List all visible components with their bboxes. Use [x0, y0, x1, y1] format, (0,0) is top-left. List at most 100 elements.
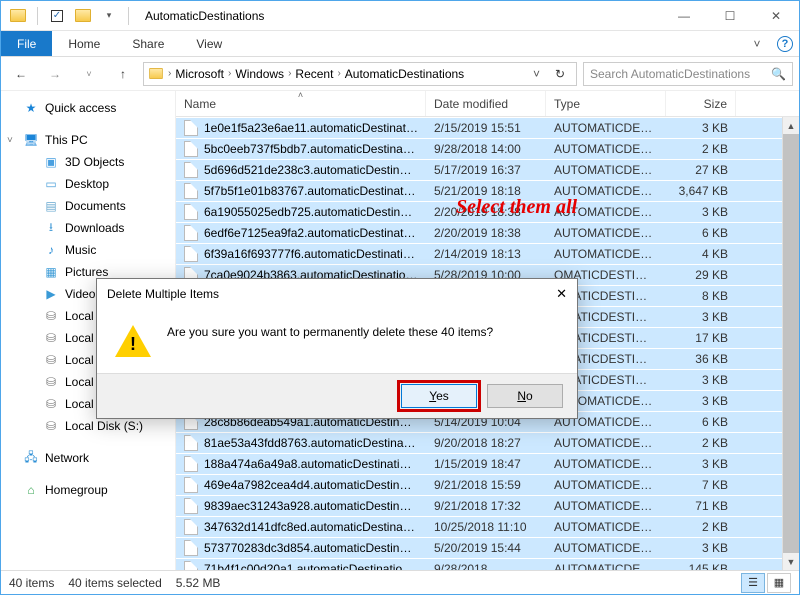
file-size: 71 KB [666, 499, 736, 513]
tab-file[interactable]: File [1, 31, 52, 56]
forward-button[interactable]: → [41, 61, 69, 87]
sidebar-label: Music [65, 243, 96, 257]
network-icon: 🖧 [23, 450, 39, 466]
sidebar-label: Documents [65, 199, 126, 213]
breadcrumb[interactable]: Microsoft [175, 67, 224, 81]
status-item-count: 40 items [9, 576, 68, 590]
sidebar-label: Homegroup [45, 483, 108, 497]
maximize-button[interactable]: ☐ [707, 1, 753, 31]
scroll-down-icon[interactable]: ▼ [783, 553, 799, 570]
yes-button[interactable]: Yes [401, 384, 477, 408]
tab-view[interactable]: View [180, 31, 238, 56]
qat-dropdown-icon[interactable]: ▾ [98, 5, 120, 27]
ribbon-expand-icon[interactable]: ˅ [743, 31, 771, 56]
file-date: 2/20/2019 18:38 [426, 226, 546, 240]
sidebar-homegroup[interactable]: ⌂ Homegroup [1, 479, 175, 501]
file-row[interactable]: 347632d141dfc8ed.automaticDestination…10… [176, 516, 799, 537]
search-icon[interactable]: 🔍 [771, 67, 786, 81]
tab-home[interactable]: Home [52, 31, 116, 56]
expand-icon[interactable]: ˅ [7, 135, 13, 146]
column-type[interactable]: Type [546, 91, 666, 116]
tab-share[interactable]: Share [116, 31, 180, 56]
file-row[interactable]: 9839aec31243a928.automaticDestination…9/… [176, 495, 799, 516]
file-row[interactable]: 6f39a16f693777f6.automaticDestinations-…… [176, 243, 799, 264]
file-type: AUTOMATICDESTI… [546, 247, 666, 261]
minimize-button[interactable]: — [661, 1, 707, 31]
details-view-button[interactable]: ☰ [741, 573, 765, 593]
sidebar-item[interactable]: ⭳Downloads [1, 217, 175, 239]
drive-icon: ▭ [43, 176, 59, 192]
sidebar-this-pc[interactable]: ˅ 🖥 This PC [1, 129, 175, 151]
breadcrumb[interactable]: Recent [295, 67, 333, 81]
file-row[interactable]: 5bc0eeb737f5bdb7.automaticDestination…9/… [176, 138, 799, 159]
dialog-close-button[interactable]: ✕ [556, 286, 567, 302]
file-icon [184, 120, 198, 136]
file-row[interactable]: 188a474a6a49a8.automaticDestinations-…1/… [176, 453, 799, 474]
qat-checkbox[interactable]: ✓ [46, 5, 68, 27]
chevron-icon[interactable]: › [228, 68, 231, 79]
sidebar-quick-access[interactable]: ★ Quick access [1, 97, 175, 119]
file-date: 10/25/2018 11:10 [426, 520, 546, 534]
file-type: AUTOMATICDESTI… [546, 499, 666, 513]
file-icon [184, 435, 198, 451]
file-row[interactable]: 5d696d521de238c3.automaticDestination…5/… [176, 159, 799, 180]
column-date[interactable]: Date modified [426, 91, 546, 116]
file-row[interactable]: 1e0e1f5a23e6ae11.automaticDestinations…2… [176, 117, 799, 138]
back-button[interactable]: ← [7, 61, 35, 87]
file-type: AUTOMATICDESTI… [546, 478, 666, 492]
no-button[interactable]: No [487, 384, 563, 408]
address-bar[interactable]: › Microsoft › Windows › Recent › Automat… [143, 62, 577, 86]
file-row[interactable]: 469e4a7982cea4d4.automaticDestination…9/… [176, 474, 799, 495]
scrollbar[interactable]: ▲ ▼ [782, 117, 799, 570]
sidebar-network[interactable]: 🖧 Network [1, 447, 175, 469]
file-row[interactable]: 573770283dc3d854.automaticDestination…5/… [176, 537, 799, 558]
file-type: AUTOMATICDESTI… [546, 142, 666, 156]
separator [128, 7, 129, 25]
file-size: 6 KB [666, 226, 736, 240]
confirm-delete-dialog: Delete Multiple Items ✕ ! Are you sure y… [96, 278, 578, 419]
drive-icon: ⛁ [43, 418, 59, 434]
pc-icon: 🖥 [23, 132, 39, 148]
file-name: 6a19055025edb725.automaticDestination… [204, 205, 418, 219]
sidebar-item[interactable]: ▭Desktop [1, 173, 175, 195]
sidebar-label: 3D Objects [65, 155, 124, 169]
app-folder-icon [7, 5, 29, 27]
drive-icon: ⛁ [43, 352, 59, 368]
search-input[interactable]: Search AutomaticDestinations 🔍 [583, 62, 793, 86]
file-row[interactable]: 6edf6e7125ea9fa2.automaticDestinations…2… [176, 222, 799, 243]
file-name: 5bc0eeb737f5bdb7.automaticDestination… [204, 142, 418, 156]
help-button[interactable]: ? [771, 31, 799, 56]
sidebar-item[interactable]: ♪Music [1, 239, 175, 261]
refresh-button[interactable]: ↻ [548, 67, 572, 81]
file-row[interactable]: 81ae53a43fdd8763.automaticDestination…9/… [176, 432, 799, 453]
recent-locations-icon[interactable]: ˅ [75, 61, 103, 87]
chevron-icon[interactable]: › [337, 68, 340, 79]
file-size: 3 KB [666, 541, 736, 555]
thumbnails-view-button[interactable]: ▦ [767, 573, 791, 593]
file-name: 1e0e1f5a23e6ae11.automaticDestinations… [204, 121, 418, 135]
address-dropdown-icon[interactable]: ˅ [529, 67, 544, 81]
close-button[interactable]: ✕ [753, 1, 799, 31]
column-name[interactable]: ˄ Name [176, 91, 426, 116]
sidebar-item[interactable]: ▣3D Objects [1, 151, 175, 173]
sidebar-label: Local Disk (S:) [65, 419, 143, 433]
up-button[interactable]: ↑ [109, 61, 137, 87]
chevron-icon[interactable]: › [288, 68, 291, 79]
breadcrumb[interactable]: Windows [235, 67, 284, 81]
separator [37, 7, 38, 25]
file-name: 9839aec31243a928.automaticDestination… [204, 499, 418, 513]
sidebar-item[interactable]: ▤Documents [1, 195, 175, 217]
file-type: AUTOMATICDESTI… [546, 226, 666, 240]
scroll-up-icon[interactable]: ▲ [783, 117, 799, 134]
file-name: 469e4a7982cea4d4.automaticDestination… [204, 478, 418, 492]
sidebar-label: This PC [45, 133, 88, 147]
chevron-icon[interactable]: › [168, 68, 171, 79]
column-size[interactable]: Size [666, 91, 736, 116]
file-date: 9/28/2018 [426, 562, 546, 570]
breadcrumb[interactable]: AutomaticDestinations [345, 67, 464, 81]
scroll-thumb[interactable] [783, 134, 799, 553]
file-row[interactable]: 71b4f1c00d20a1.automaticDestinations…9/2… [176, 558, 799, 570]
folder-icon[interactable] [72, 5, 94, 27]
file-size: 6 KB [666, 415, 736, 429]
file-size: 3 KB [666, 457, 736, 471]
